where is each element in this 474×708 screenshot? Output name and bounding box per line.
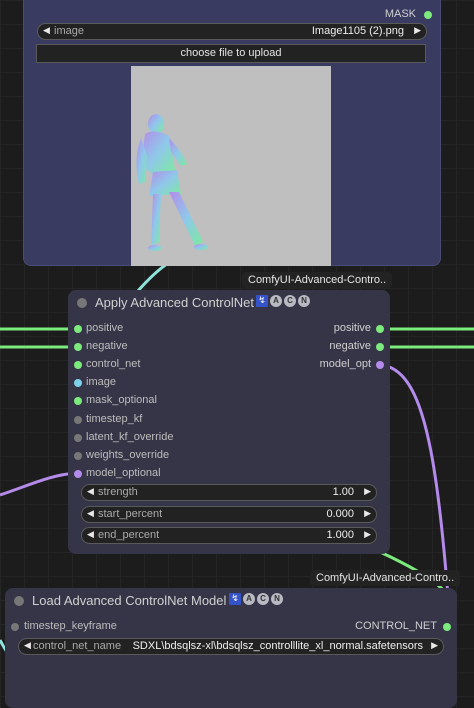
end-percent-number-widget[interactable]: ◀ end_percent 1.000 ▶ (81, 527, 377, 544)
pack-icon: ↯ (256, 295, 268, 307)
control-net-name-value: SDXL\bdsqlsz-xl\bdsqlsz_controlllite_xl_… (132, 640, 423, 652)
input-dot[interactable] (74, 469, 82, 478)
apply-node-title: Apply Advanced ControlNet (95, 295, 254, 310)
output-dot[interactable] (376, 361, 384, 370)
increment-arrow-icon[interactable]: ▶ (364, 529, 371, 540)
input-dot[interactable] (74, 361, 82, 370)
input-dot[interactable] (74, 433, 82, 442)
figure-preview-icon (136, 114, 208, 251)
increment-arrow-icon[interactable]: ▶ (364, 486, 371, 497)
output-dot[interactable] (376, 343, 384, 352)
collapse-dot-icon[interactable] (14, 596, 24, 606)
wire-model-in (0, 471, 77, 497)
decrement-arrow-icon[interactable]: ◀ (87, 486, 94, 497)
combo-right-arrow-icon[interactable]: ▶ (431, 640, 438, 651)
input-label: image (86, 376, 116, 389)
collapse-dot-icon[interactable] (77, 298, 87, 308)
input-dot[interactable] (74, 325, 82, 333)
control-net-output-label: CONTROL_NET (355, 620, 437, 632)
load-advanced-controlnet-node[interactable]: Load Advanced ControlNet Model ↯ A C N t… (5, 588, 457, 708)
input-label: control_net (86, 358, 141, 371)
control-net-name-combo[interactable]: ◀ control_net_name SDXL\bdsqlsz-xl\bdsql… (18, 638, 444, 655)
image-combo[interactable]: ◀ image Image1105 (2).png ▶ (37, 23, 427, 40)
apply-node-title-bar[interactable]: Apply Advanced ControlNet ↯ A C N (68, 290, 390, 316)
input-dot[interactable] (74, 415, 82, 424)
load-source-tag: ComfyUI-Advanced-Contro.. (310, 570, 461, 586)
upload-button[interactable]: choose file to upload (36, 44, 426, 63)
input-dot[interactable] (74, 451, 82, 460)
mask-output-dot[interactable] (424, 11, 432, 19)
input-dot[interactable] (74, 343, 82, 352)
combo-left-arrow-icon[interactable]: ◀ (24, 640, 31, 651)
input-label: weights_override (86, 448, 170, 461)
output-dot[interactable] (376, 325, 384, 333)
control-net-output-dot[interactable] (443, 623, 451, 631)
output-label: negative (329, 340, 371, 353)
timestep-keyframe-dot[interactable] (11, 623, 19, 631)
widget-value: 1.000 (326, 529, 354, 541)
badge-n-icon: N (271, 593, 283, 605)
pack-icon: ↯ (229, 593, 241, 605)
badge-c-icon: C (284, 295, 296, 307)
combo-right-arrow-icon[interactable]: ▶ (414, 25, 421, 36)
badge-a-icon: A (243, 593, 255, 605)
input-label: positive (86, 322, 124, 334)
input-label: mask_optional (86, 394, 157, 407)
load-node-badges: ↯ A C N (229, 593, 283, 605)
input-label: timestep_kf (86, 412, 143, 425)
combo-left-arrow-icon[interactable]: ◀ (43, 25, 50, 36)
badge-a-icon: A (270, 295, 282, 307)
decrement-arrow-icon[interactable]: ◀ (87, 529, 94, 540)
input-dot[interactable] (74, 397, 82, 406)
widget-label: start_percent (98, 507, 163, 520)
apply-advanced-controlnet-node[interactable]: Apply Advanced ControlNet ↯ A C N positi… (68, 290, 390, 554)
input-label: negative (86, 340, 128, 353)
increment-arrow-icon[interactable]: ▶ (364, 508, 371, 519)
input-dot[interactable] (74, 379, 82, 388)
control-net-name-label: control_net_name (33, 640, 122, 652)
image-preview (131, 66, 331, 266)
image-combo-value: Image1105 (2).png (311, 25, 404, 37)
input-label: model_optional (86, 466, 161, 479)
input-label: latent_kf_override (86, 430, 174, 443)
image-combo-label: image (54, 25, 84, 37)
apply-node-badges: ↯ A C N (256, 295, 310, 307)
strength-number-widget[interactable]: ◀ strength 1.00 ▶ (81, 484, 377, 501)
output-label: model_opt (319, 358, 371, 371)
output-label: positive (333, 322, 371, 334)
apply-source-tag: ComfyUI-Advanced-Contro.. (242, 272, 393, 288)
load-node-title: Load Advanced ControlNet Model (32, 593, 227, 608)
widget-label: end_percent (98, 529, 160, 541)
timestep-keyframe-label: timestep_keyframe (24, 620, 117, 632)
widget-value: 1.00 (332, 486, 354, 498)
badge-c-icon: C (257, 593, 269, 605)
badge-n-icon: N (298, 295, 310, 307)
start-percent-number-widget[interactable]: ◀ start_percent 0.000 ▶ (81, 505, 377, 523)
decrement-arrow-icon[interactable]: ◀ (87, 508, 94, 519)
load-node-title-bar[interactable]: Load Advanced ControlNet Model ↯ A C N (5, 588, 457, 614)
mask-output-label: MASK (384, 8, 416, 20)
widget-label: strength (98, 486, 138, 498)
widget-value: 0.000 (326, 507, 354, 520)
